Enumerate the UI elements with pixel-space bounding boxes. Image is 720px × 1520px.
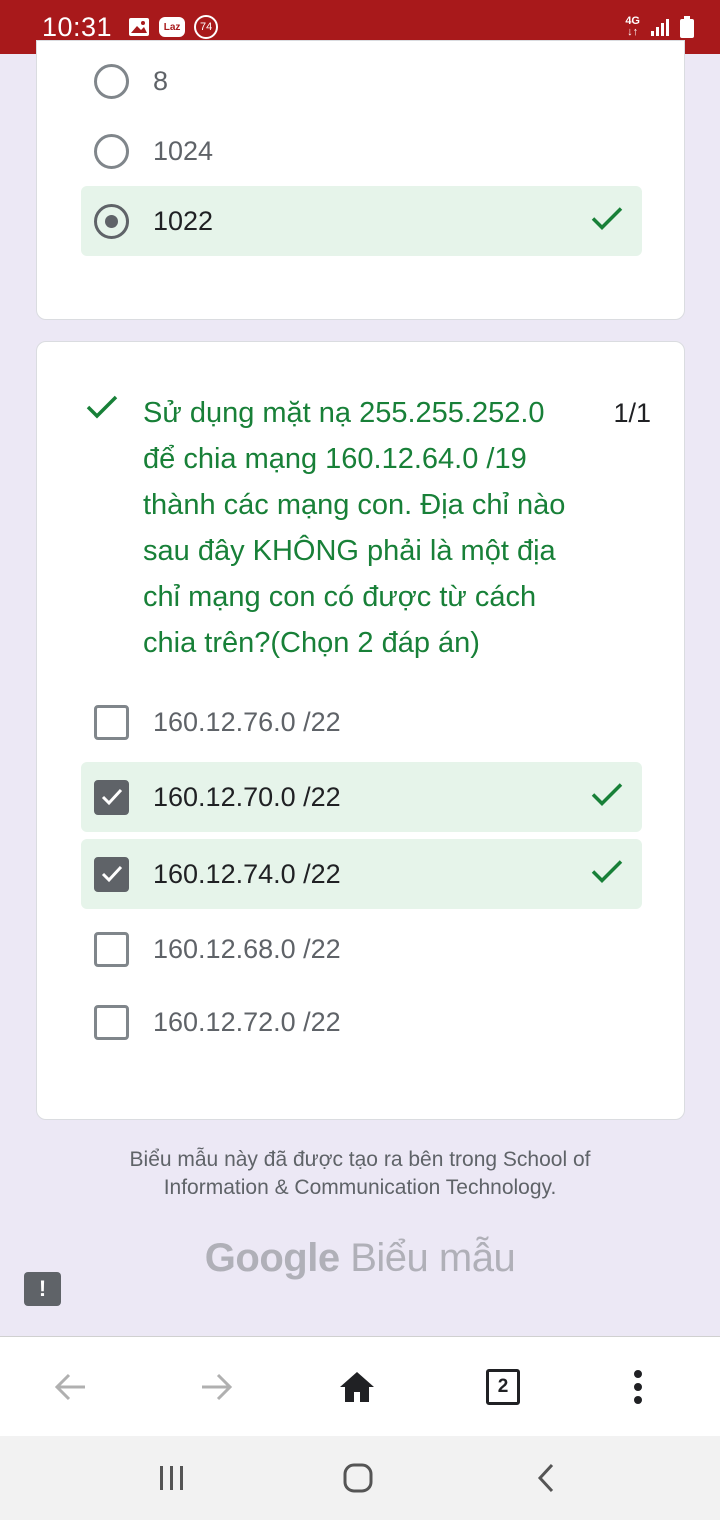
back-nav-icon[interactable] [536,1462,556,1494]
question-text: Sử dụng mặt nạ 255.255.252.0 để chia mạn… [143,397,566,659]
radio-button-selected[interactable] [94,203,129,239]
checkbox-option-correct[interactable]: 160.12.74.0 /22 [81,839,642,909]
lazada-label: Laz [163,21,181,33]
radio-option[interactable]: 8 [81,46,642,116]
checkbox[interactable] [94,704,129,740]
feedback-icon: ! [38,1276,47,1301]
lazada-icon: Laz [159,17,186,37]
option-label: 160.12.72.0 /22 [153,1006,341,1037]
gallery-icon [128,17,150,37]
question-card: Sử dụng mặt nạ 255.255.252.0 để chia mạn… [36,341,685,1120]
browser-toolbar: 2 [0,1336,720,1436]
correct-check-icon [590,782,624,813]
checkbox-option[interactable]: 160.12.76.0 /22 [81,687,642,757]
badge-74-icon: 74 [194,15,219,39]
checkbox-option-correct[interactable]: 160.12.70.0 /22 [81,762,642,832]
option-label: 160.12.74.0 /22 [153,858,341,889]
google-wordmark: Google [204,1236,340,1280]
option-label: 1024 [153,135,214,166]
radio-button[interactable] [94,133,129,169]
checkbox-option[interactable]: 160.12.72.0 /22 [81,987,642,1057]
correct-check-icon [590,859,624,890]
option-label: 8 [153,65,169,96]
home-icon[interactable] [339,1371,375,1403]
checkbox-checked[interactable] [94,779,129,815]
network-label: 4G [625,15,640,27]
home-nav-icon[interactable] [342,1462,374,1494]
google-forms-logo[interactable]: Google Biểu mẫu [0,1236,720,1281]
option-label: 160.12.68.0 /22 [153,933,341,964]
option-label: 160.12.70.0 /22 [153,781,341,812]
forward-arrow-icon[interactable] [200,1372,234,1402]
option-label: 1022 [153,205,214,236]
report-abuse-button[interactable]: ! [24,1272,61,1306]
badge-count: 74 [199,21,213,33]
battery-icon [680,16,694,38]
status-time: 10:31 [42,11,113,42]
radio-option[interactable]: 1024 [81,116,642,186]
forms-wordmark: Biểu mẫu [350,1236,516,1280]
correct-check-icon [85,394,119,425]
checkbox-checked[interactable] [94,856,129,892]
tabs-count: 2 [486,1368,520,1405]
question-score: 1/1 [613,398,651,428]
more-options-icon[interactable] [633,1369,643,1404]
option-label: 160.12.76.0 /22 [153,706,341,737]
radio-option-correct[interactable]: 1022 [81,186,642,256]
recent-apps-icon[interactable] [158,1464,186,1492]
network-4g-icon: 4G ↓↑ [625,15,640,38]
tabs-button[interactable]: 2 [486,1368,520,1405]
checkbox[interactable] [94,1004,129,1040]
checkbox-option[interactable]: 160.12.68.0 /22 [81,914,642,984]
correct-check-icon [590,206,624,237]
form-footer-text: Biểu mẫu này đã được tạo ra bên trong Sc… [129,1148,591,1199]
back-arrow-icon[interactable] [53,1372,87,1402]
previous-question-card: 8 1024 1022 [36,40,685,320]
checkbox[interactable] [94,931,129,967]
radio-button[interactable] [94,63,129,99]
signal-icon [650,17,670,37]
system-nav-bar [0,1436,720,1520]
